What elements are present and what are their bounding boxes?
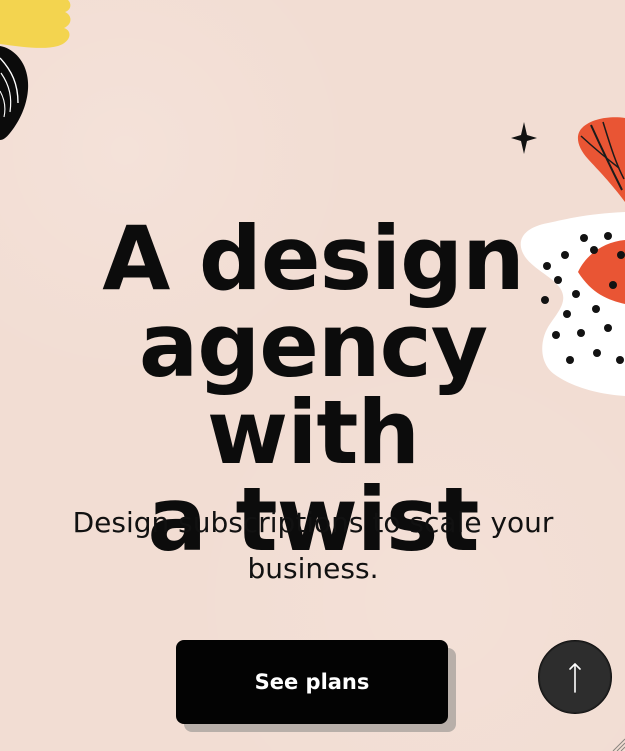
yellow-blob-icon xyxy=(0,0,71,48)
black-leaf-icon xyxy=(0,46,29,140)
arrow-up-icon xyxy=(569,663,581,693)
resize-grip-icon[interactable] xyxy=(607,733,625,751)
orange-leaf-icon xyxy=(577,117,625,202)
hero-page: A design agency with a twist Design subs… xyxy=(0,0,625,751)
see-plans-button[interactable]: See plans xyxy=(176,640,448,724)
scroll-to-top-button[interactable] xyxy=(538,640,612,714)
sparkle-icon xyxy=(511,122,537,154)
hero-subtitle: Design subscriptions to scale your busin… xyxy=(72,506,554,585)
